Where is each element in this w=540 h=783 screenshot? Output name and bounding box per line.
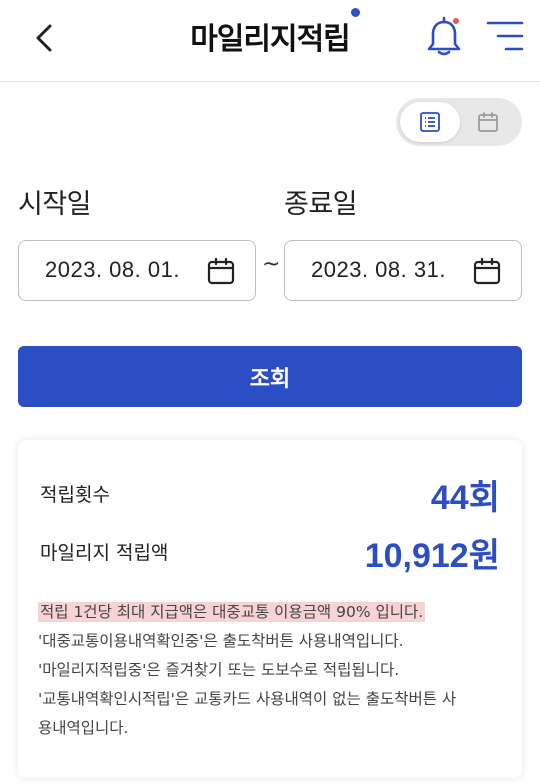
notes-list: 적립 1건당 최대 지급액은 대중교통 이용금액 90% 입니다. '대중교통이… <box>38 598 508 743</box>
note-item: 적립 1건당 최대 지급액은 대중교통 이용금액 90% 입니다. <box>38 598 508 627</box>
calendar-icon[interactable] <box>207 257 235 285</box>
calendar-icon <box>478 112 498 132</box>
menu-icon <box>486 21 524 51</box>
end-date-value: 2023. 08. 31. <box>311 257 446 282</box>
count-label: 적립횟수 <box>40 484 110 506</box>
amount-label: 마일리지 적립액 <box>40 542 169 564</box>
calendar-icon[interactable] <box>473 257 501 285</box>
start-date-field[interactable]: 2023. 08. 01. <box>18 240 256 301</box>
list-view-toggle[interactable] <box>400 102 460 142</box>
count-value: 44회 <box>430 479 500 517</box>
start-date-label: 시작일 <box>18 189 92 220</box>
page-title-text: 마일리지적립 <box>190 22 351 57</box>
end-date-field[interactable]: 2023. 08. 31. <box>284 240 522 301</box>
app-header: 마일리지적립 <box>0 0 540 82</box>
page-title: 마일리지적립 <box>190 8 360 58</box>
note-item: 용내역입니다. <box>38 719 129 737</box>
amount-value: 10,912원 <box>364 537 500 575</box>
date-separator: ~ <box>262 252 281 277</box>
list-icon <box>420 112 440 132</box>
bell-icon <box>427 16 461 56</box>
title-dot <box>350 8 360 17</box>
search-button[interactable]: 조회 <box>18 346 522 407</box>
note-item: '대중교통이용내역확인중'은 출도착버튼 사용내역입니다. <box>38 632 404 650</box>
calendar-view-toggle[interactable] <box>458 102 518 142</box>
summary-card: 적립횟수 44회 마일리지 적립액 10,912원 적립 1건당 최대 지급액은… <box>18 440 522 778</box>
note-item: '마일리지적립중'은 즐겨찾기 또는 도보수로 적립됩니다. <box>38 661 400 679</box>
end-date-label: 종료일 <box>284 189 358 220</box>
note-text: 적립 1건당 최대 지급액은 대중교통 이용금액 90% 입니다. <box>38 602 426 622</box>
view-toggle <box>396 98 522 146</box>
start-date-value: 2023. 08. 01. <box>45 257 180 282</box>
note-item: '교통내역확인시적립'은 교통카드 사용내역이 없는 출도착버튼 사 <box>38 690 457 708</box>
menu-button[interactable] <box>484 18 526 54</box>
notification-button[interactable] <box>424 14 464 58</box>
